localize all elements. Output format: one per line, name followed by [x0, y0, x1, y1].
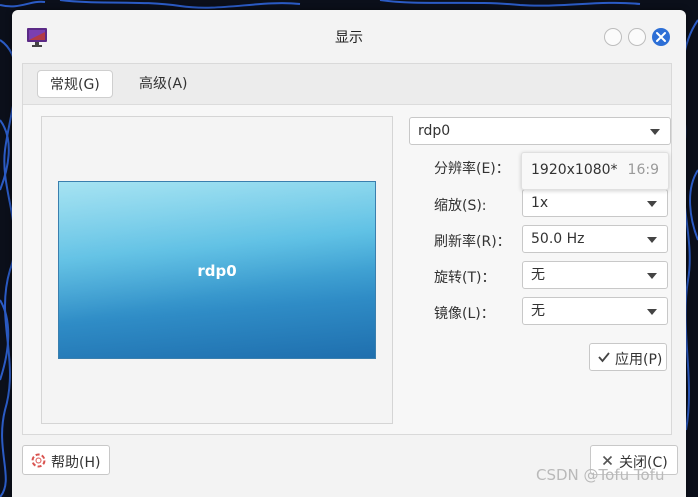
tab-general[interactable]: 常规(G) — [37, 70, 113, 98]
display-settings-window: 显示 常规(G) 高级(A) rdp0 rdp0 分辨率(E)： 缩放(S): … — [12, 10, 686, 497]
rotation-select[interactable]: 无 — [522, 261, 668, 289]
monitor-preview-label: rdp0 — [197, 262, 237, 280]
refresh-rate-value: 50.0 Hz — [531, 231, 585, 247]
mirror-value: 无 — [531, 303, 545, 319]
close-window-button[interactable] — [652, 28, 670, 46]
tab-advanced[interactable]: 高级(A) — [127, 70, 200, 98]
aspect-ratio: 16:9 — [627, 162, 659, 178]
monitor-select[interactable]: rdp0 — [409, 117, 671, 145]
close-icon — [656, 32, 666, 42]
monitor-preview[interactable]: rdp0 — [58, 181, 376, 359]
help-button[interactable]: 帮助(H) — [22, 445, 110, 475]
x-icon — [602, 455, 613, 466]
monitor-preview-panel: rdp0 — [41, 116, 393, 424]
chevron-down-icon — [647, 237, 657, 243]
chevron-down-icon — [647, 309, 657, 315]
settings-panel: 常规(G) 高级(A) rdp0 rdp0 分辨率(E)： 缩放(S): 刷新率… — [22, 63, 672, 435]
tab-bar: 常规(G) 高级(A) — [23, 64, 671, 105]
refresh-rate-label: 刷新率(R)： — [434, 234, 511, 250]
chevron-down-icon — [647, 273, 657, 279]
resolution-dropdown-popup[interactable]: 1920x1080* 16:9 — [521, 152, 669, 190]
window-title: 显示 — [335, 30, 363, 46]
chevron-down-icon — [650, 129, 660, 135]
help-button-label: 帮助(H) — [51, 455, 101, 471]
title-bar[interactable]: 显示 — [12, 10, 686, 62]
maximize-button[interactable] — [628, 28, 646, 46]
apply-button[interactable]: 应用(P) — [589, 343, 667, 371]
minimize-button[interactable] — [604, 28, 622, 46]
apply-button-label: 应用(P) — [615, 352, 663, 368]
monitor-select-value: rdp0 — [418, 123, 451, 139]
resolution-option[interactable]: 1920x1080* — [531, 162, 618, 178]
chevron-down-icon — [647, 201, 657, 207]
resolution-label: 分辨率(E)： — [434, 161, 510, 177]
scale-select[interactable]: 1x — [522, 189, 668, 217]
scale-value: 1x — [531, 195, 549, 211]
check-icon — [598, 352, 610, 363]
rotation-value: 无 — [531, 267, 545, 283]
watermark: CSDN @Tofu Tofu — [536, 466, 665, 484]
mirror-label: 镜像(L)： — [434, 306, 495, 322]
monitor-shine — [59, 182, 375, 328]
rotation-label: 旋转(T)： — [434, 270, 496, 286]
scale-label: 缩放(S): — [434, 198, 487, 214]
mirror-select[interactable]: 无 — [522, 297, 668, 325]
help-icon — [31, 453, 46, 468]
refresh-rate-select[interactable]: 50.0 Hz — [522, 225, 668, 253]
